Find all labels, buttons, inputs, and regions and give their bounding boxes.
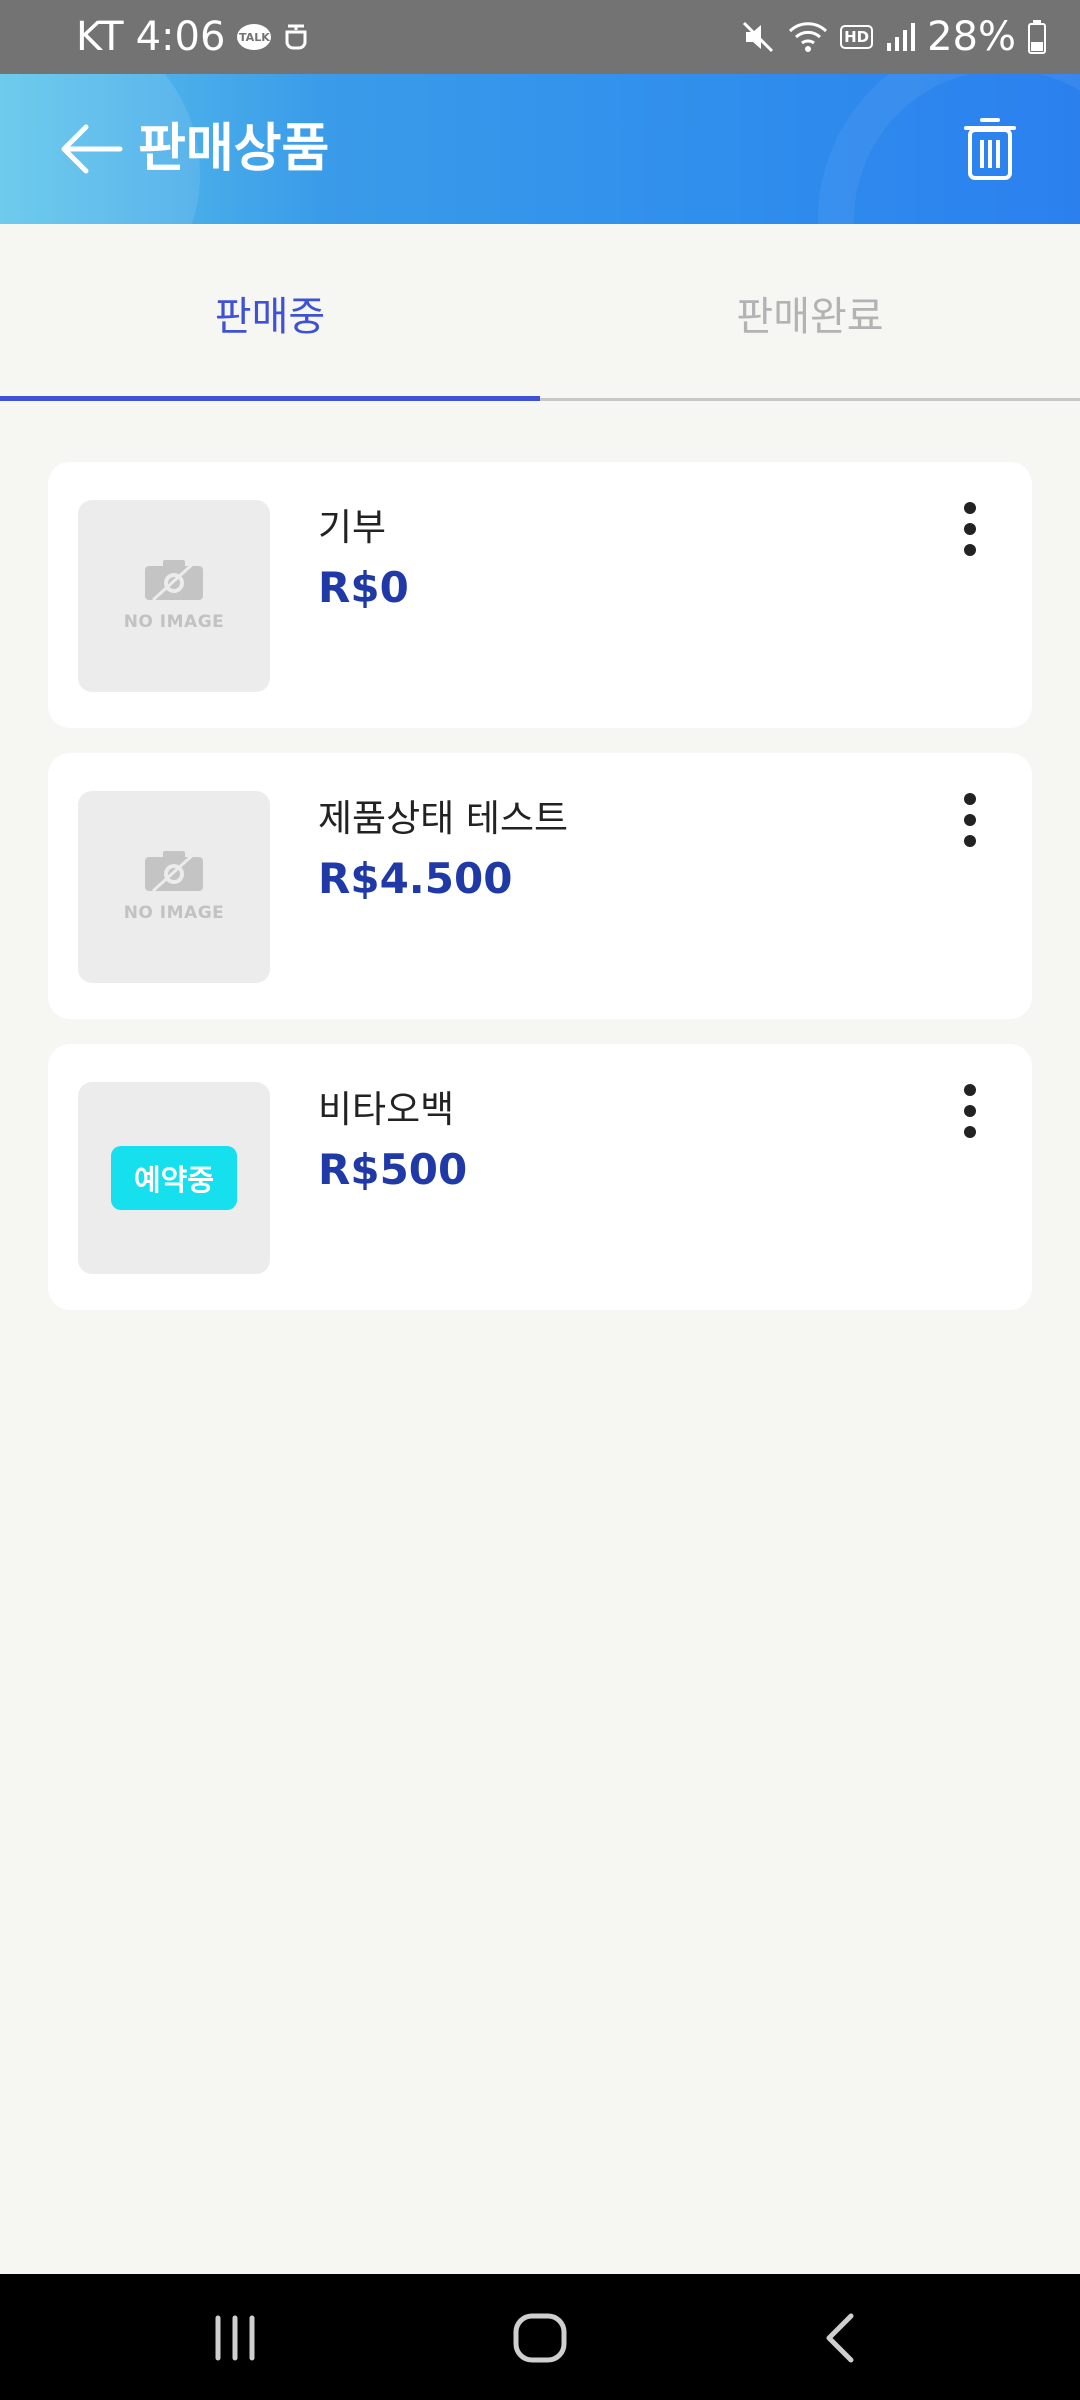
recent-apps-icon — [215, 2315, 255, 2361]
clock-time: 4:06 — [135, 14, 226, 60]
tab-active-indicator — [0, 396, 540, 401]
app-header: 판매상품 — [0, 74, 1080, 224]
more-vert-dot — [964, 793, 976, 805]
chevron-left-icon — [826, 2313, 854, 2363]
status-right: HD 28% — [740, 14, 1046, 60]
system-nav-bar — [0, 2274, 1080, 2400]
more-vert-dot — [964, 1105, 976, 1117]
more-vert-dot — [964, 835, 976, 847]
more-options-button[interactable] — [958, 1084, 982, 1148]
header-decoration — [818, 74, 1080, 224]
no-image-label: NO IMAGE — [123, 903, 225, 923]
arrow-left-icon — [61, 124, 123, 174]
more-vert-dot — [964, 1084, 976, 1096]
status-bar: KT 4:06 TALK HD 28% — [0, 0, 1080, 74]
tab-selling[interactable]: 판매중 — [0, 224, 540, 402]
trash-icon — [964, 118, 1016, 180]
home-button[interactable] — [505, 2310, 575, 2366]
more-vert-dot — [964, 502, 976, 514]
product-price: R$0 — [318, 563, 409, 612]
more-options-button[interactable] — [958, 502, 982, 566]
carrier-label: KT — [76, 14, 124, 60]
home-icon — [513, 2313, 567, 2363]
system-back-button[interactable] — [805, 2310, 875, 2366]
hd-voice-icon: HD — [840, 25, 874, 49]
wifi-icon — [789, 22, 828, 52]
product-card[interactable]: NO IMAGE 기부 R$0 — [48, 462, 1032, 728]
notification-app-icon — [285, 24, 307, 50]
reserved-badge: 예약중 — [111, 1146, 237, 1210]
more-vert-dot — [964, 1126, 976, 1138]
product-price: R$4.500 — [318, 854, 513, 903]
no-image-camera-icon — [145, 560, 203, 602]
tab-sold[interactable]: 판매완료 — [540, 224, 1080, 402]
product-title: 비타오백 — [318, 1088, 455, 1131]
product-card[interactable]: NO IMAGE 제품상태 테스트 R$4.500 — [48, 753, 1032, 1019]
no-image-camera-icon — [145, 851, 203, 893]
signal-icon — [887, 23, 916, 51]
page-title: 판매상품 — [138, 119, 330, 179]
status-left: KT 4:06 TALK — [76, 14, 309, 60]
kakaotalk-icon: TALK — [237, 24, 272, 50]
delete-button[interactable] — [962, 116, 1018, 182]
more-vert-dot — [964, 814, 976, 826]
back-button[interactable] — [60, 121, 124, 177]
battery-icon — [1028, 20, 1046, 54]
product-title: 제품상태 테스트 — [318, 797, 569, 840]
product-price: R$500 — [318, 1145, 468, 1194]
product-card[interactable]: 예약중 비타오백 R$500 — [48, 1044, 1032, 1310]
tab-bar: 판매중 판매완료 — [0, 224, 1080, 402]
more-vert-dot — [964, 544, 976, 556]
product-title: 기부 — [318, 506, 387, 549]
battery-percent: 28% — [927, 14, 1016, 60]
more-vert-dot — [964, 523, 976, 535]
mute-icon — [743, 21, 774, 53]
product-thumbnail: NO IMAGE — [78, 791, 270, 983]
tab-divider — [540, 398, 1080, 401]
recent-apps-button[interactable] — [200, 2310, 270, 2366]
product-thumbnail: NO IMAGE — [78, 500, 270, 692]
no-image-label: NO IMAGE — [123, 612, 225, 632]
more-options-button[interactable] — [958, 793, 982, 857]
product-thumbnail: 예약중 — [78, 1082, 270, 1274]
